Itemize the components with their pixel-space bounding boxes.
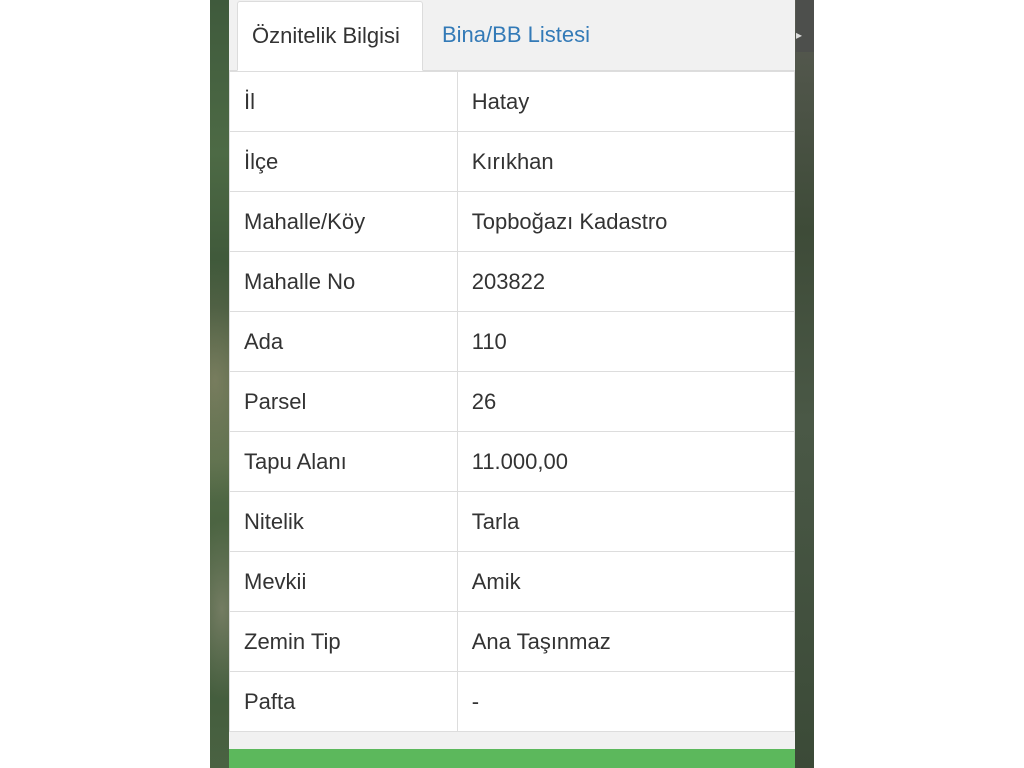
info-panel: Öznitelik Bilgisi Bina/BB Listesi İl Hat… (229, 0, 796, 768)
tab-bar: Öznitelik Bilgisi Bina/BB Listesi (229, 0, 795, 71)
table-row: İl Hatay (229, 71, 796, 132)
row-key: Mahalle/Köy (229, 191, 458, 252)
table-row: Zemin Tip Ana Taşınmaz (229, 611, 796, 672)
row-key: Nitelik (229, 491, 458, 552)
table-row: Mevkii Amik (229, 551, 796, 612)
row-value: 11.000,00 (456, 431, 796, 492)
table-row: Nitelik Tarla (229, 491, 796, 552)
map-edge (794, 0, 814, 768)
row-value: Topboğazı Kadastro (456, 191, 796, 252)
row-key: Zemin Tip (229, 611, 458, 672)
row-value: Amik (456, 551, 796, 612)
table-row: Mahalle/Köy Topboğazı Kadastro (229, 191, 796, 252)
row-key: Tapu Alanı (229, 431, 458, 492)
row-key: Mahalle No (229, 251, 458, 312)
row-key: Parsel (229, 371, 458, 432)
row-value: Ana Taşınmaz (456, 611, 796, 672)
table-row: Mahalle No 203822 (229, 251, 796, 312)
table-row: İlçe Kırıkhan (229, 131, 796, 192)
map-control-icon: ▸ (796, 28, 803, 42)
row-key: Ada (229, 311, 458, 372)
row-value: - (456, 671, 796, 732)
action-button[interactable] (229, 749, 795, 768)
table-row: Pafta - (229, 671, 796, 732)
table-row: Parsel 26 (229, 371, 796, 432)
viewport: ▸ Öznitelik Bilgisi Bina/BB Listesi İl H… (0, 0, 1024, 768)
row-key: Mevkii (229, 551, 458, 612)
row-value: 110 (456, 311, 796, 372)
table-row: Ada 110 (229, 311, 796, 372)
attribute-table: İl Hatay İlçe Kırıkhan Mahalle/Köy Topbo… (229, 71, 796, 732)
row-value: 26 (456, 371, 796, 432)
row-value: Hatay (456, 71, 796, 132)
row-value: Tarla (456, 491, 796, 552)
row-value: 203822 (456, 251, 796, 312)
tab-building-list[interactable]: Bina/BB Listesi (428, 1, 604, 70)
row-key: Pafta (229, 671, 458, 732)
tab-attribute-info[interactable]: Öznitelik Bilgisi (237, 1, 423, 71)
row-value: Kırıkhan (456, 131, 796, 192)
map-control-strip: ▸ (796, 0, 814, 52)
table-row: Tapu Alanı 11.000,00 (229, 431, 796, 492)
row-key: İlçe (229, 131, 458, 192)
row-key: İl (229, 71, 458, 132)
